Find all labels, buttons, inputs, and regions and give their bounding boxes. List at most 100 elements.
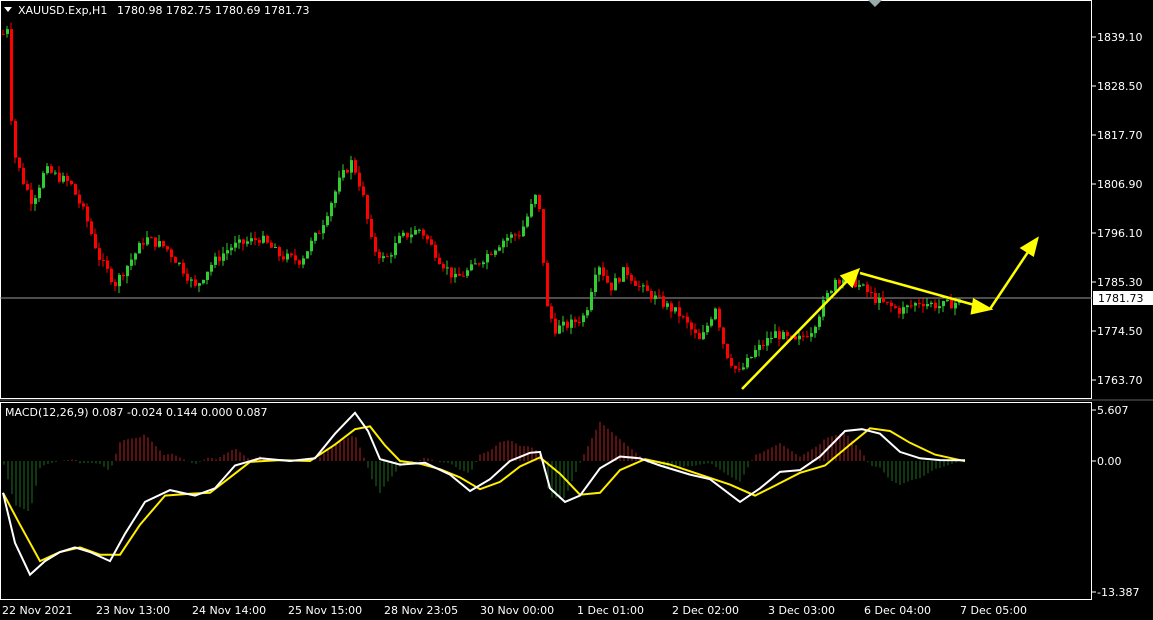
candle-body <box>414 230 417 235</box>
price-tick-label: 1796.10 <box>1097 227 1143 240</box>
breakout-arrow-head[interactable] <box>1019 236 1039 257</box>
candle-body <box>434 244 437 258</box>
candle-body <box>402 232 405 236</box>
candle-body <box>686 316 689 323</box>
time-tick-label: 23 Nov 13:00 <box>96 604 170 617</box>
candle-body <box>378 251 381 259</box>
candle-body <box>474 263 477 265</box>
candle-body <box>890 302 893 307</box>
candle-body <box>554 318 557 334</box>
candle-body <box>902 307 905 314</box>
candle-body <box>142 243 145 245</box>
candle-body <box>138 243 141 254</box>
candle-body <box>206 271 209 280</box>
candle-body <box>90 221 93 234</box>
candle-body <box>210 264 213 272</box>
candle-body <box>542 209 545 263</box>
candlesticks <box>2 22 961 374</box>
candle-body <box>342 170 345 178</box>
candle-body <box>94 233 97 249</box>
candle-body <box>622 267 625 282</box>
candle-body <box>58 172 61 182</box>
macd-tick-label: -13.387 <box>1097 586 1139 599</box>
candle-body <box>102 259 105 261</box>
candle-body <box>470 264 473 271</box>
candle-body <box>82 203 85 207</box>
candle-body <box>490 253 493 255</box>
candle-body <box>562 321 565 326</box>
candle-body <box>70 180 73 185</box>
candle-body <box>362 186 365 196</box>
candle-body <box>306 251 309 259</box>
candle-body <box>122 274 125 277</box>
price-panel-frame <box>0 0 1092 399</box>
candle-body <box>642 285 645 287</box>
candle-body <box>858 284 861 287</box>
candle-body <box>118 274 121 287</box>
time-tick-label: 2 Dec 02:00 <box>672 604 739 617</box>
candle-body <box>590 291 593 311</box>
candle-body <box>146 237 149 245</box>
candle-body <box>914 303 917 306</box>
trend-arrows[interactable] <box>741 236 1039 390</box>
candle-body <box>254 238 257 241</box>
candle-body <box>530 204 533 217</box>
candle-body <box>734 365 737 369</box>
candle-body <box>574 319 577 323</box>
time-tick-label: 25 Nov 15:00 <box>288 604 362 617</box>
candle-body <box>174 257 177 263</box>
chart-shift-marker[interactable] <box>868 0 882 7</box>
candle-body <box>934 302 937 309</box>
candle-body <box>558 325 561 334</box>
symbol-dropdown-icon[interactable] <box>4 7 12 12</box>
candle-body <box>834 279 837 291</box>
time-axis: 22 Nov 2021 23 Nov 13:00 24 Nov 14:00 25… <box>2 604 1027 617</box>
candle-body <box>358 172 361 187</box>
candle-body <box>710 319 713 326</box>
down-arrow-head[interactable] <box>970 298 994 315</box>
candle-body <box>618 278 621 282</box>
candle-body <box>866 284 869 293</box>
candle-body <box>114 282 117 287</box>
candle-body <box>458 273 461 276</box>
candle-body <box>614 278 617 291</box>
candle-body <box>674 307 677 312</box>
candle-body <box>198 283 201 286</box>
candle-body <box>786 332 789 336</box>
candle-body <box>354 160 357 173</box>
candle-body <box>346 170 349 173</box>
candle-body <box>758 344 761 351</box>
candle-body <box>802 335 805 337</box>
up-arrow-line[interactable] <box>741 277 851 390</box>
candle-body <box>626 267 629 275</box>
breakout-arrow-line[interactable] <box>988 248 1032 310</box>
candle-body <box>170 249 173 258</box>
candle-body <box>502 240 505 248</box>
candle-body <box>938 306 941 309</box>
candle-body <box>650 291 653 300</box>
candle-body <box>954 302 957 309</box>
candle-body <box>806 336 809 338</box>
candle-body <box>250 238 253 242</box>
candle-body <box>74 184 77 195</box>
candle-body <box>338 177 341 192</box>
candle-body <box>310 240 313 252</box>
candle-body <box>670 303 673 312</box>
candle-body <box>898 307 901 314</box>
candle-body <box>578 322 581 324</box>
time-tick-label: 3 Dec 03:00 <box>768 604 835 617</box>
candle-body <box>538 194 541 210</box>
candle-body <box>234 242 237 248</box>
candle-body <box>762 344 765 346</box>
candle-body <box>366 195 369 219</box>
candle-body <box>190 279 193 281</box>
candle-body <box>546 262 549 307</box>
price-axis: 1839.10 1828.50 1817.70 1806.90 1796.10 … <box>1092 31 1143 387</box>
candle-body <box>322 225 325 234</box>
time-tick-label: 1 Dec 01:00 <box>577 604 644 617</box>
candle-body <box>382 256 385 259</box>
candle-body <box>770 337 773 339</box>
candle-body <box>106 260 109 269</box>
macd-main-line <box>2 411 966 577</box>
candle-body <box>750 356 753 359</box>
